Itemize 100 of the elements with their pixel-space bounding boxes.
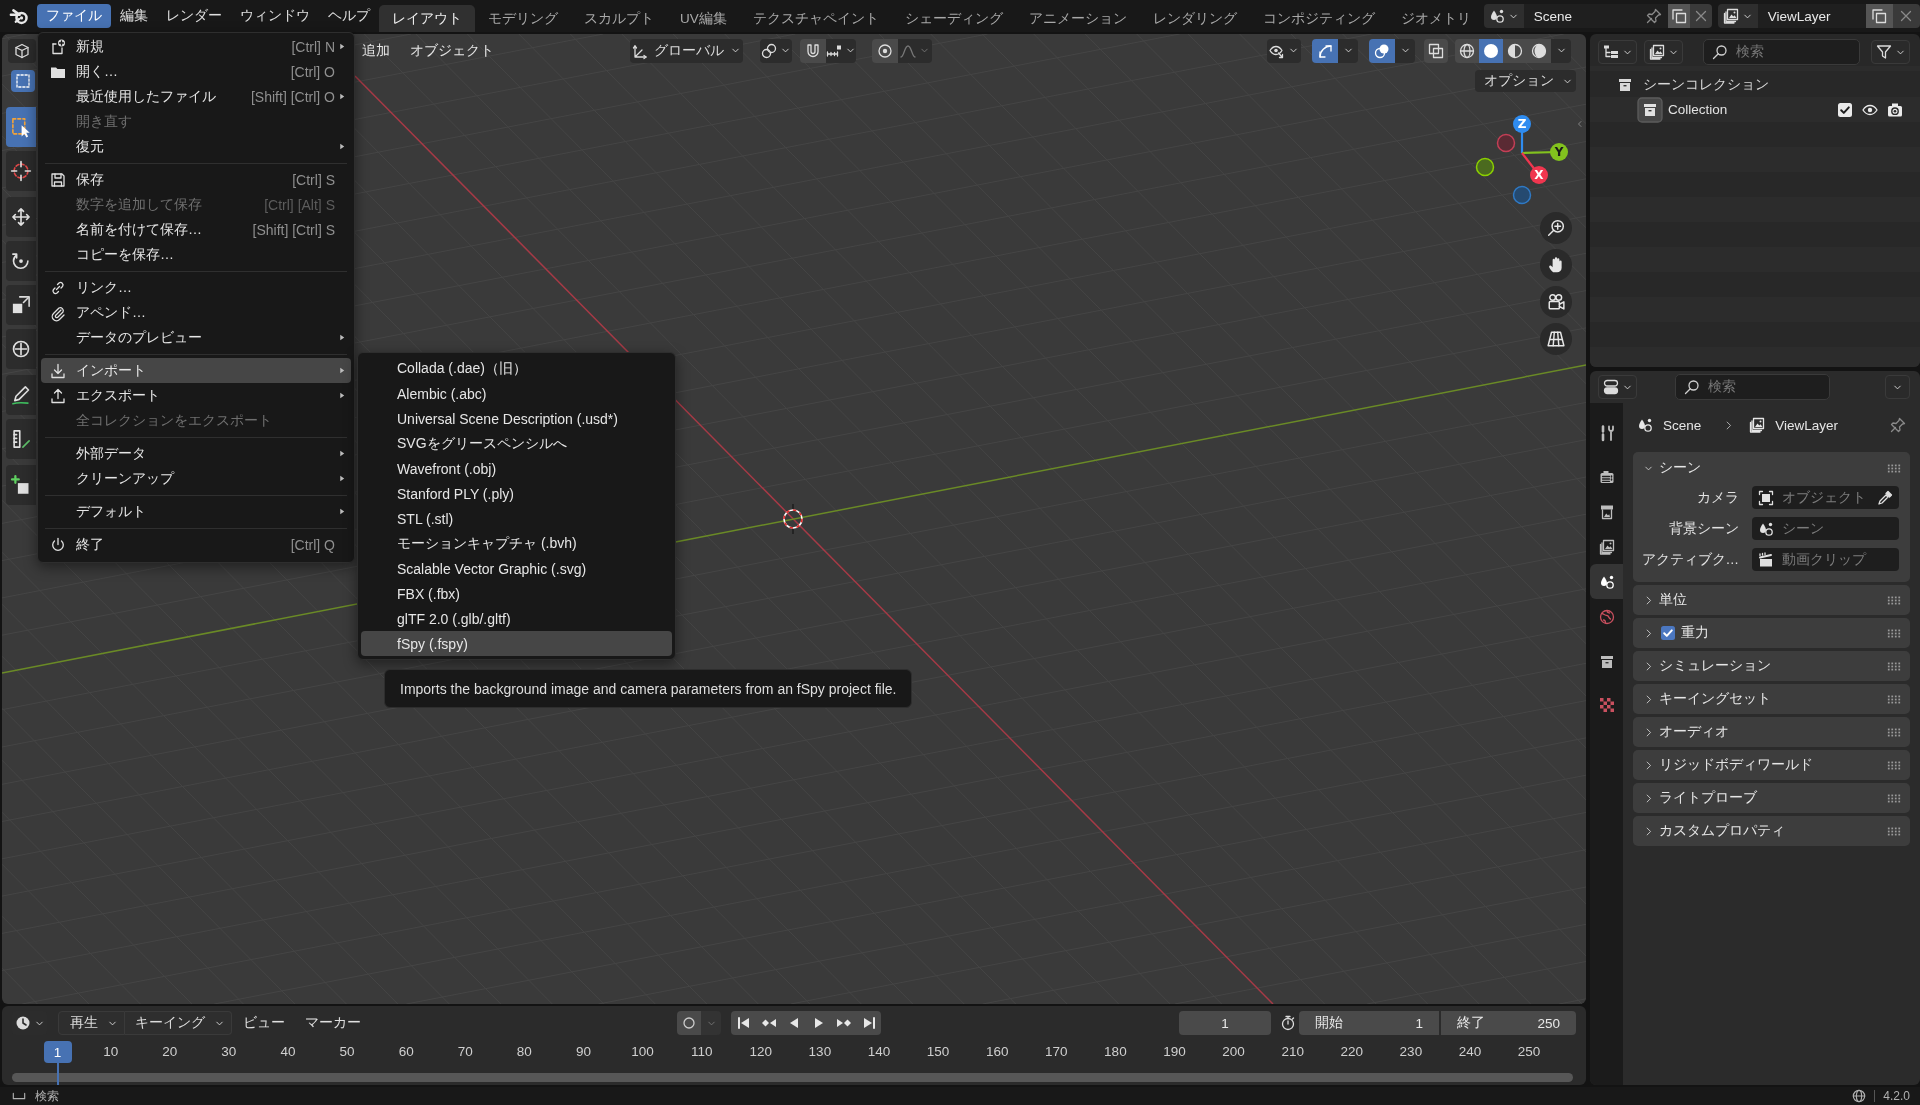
tool-button[interactable] bbox=[6, 107, 36, 147]
snap-toggle[interactable] bbox=[800, 38, 826, 63]
search-field[interactable]: 検索 bbox=[1703, 39, 1860, 65]
drag-handle-icon[interactable] bbox=[1887, 826, 1901, 836]
end-frame-field[interactable]: 終了 250 bbox=[1441, 1011, 1576, 1035]
workspace-tab[interactable]: レンダリング bbox=[1139, 5, 1250, 32]
menu-item[interactable]: Universal Scene Description (.usd*) bbox=[361, 406, 672, 431]
zoom-button[interactable] bbox=[1540, 212, 1572, 244]
workspace-tab[interactable]: モデリング bbox=[475, 5, 571, 32]
menu-item[interactable]: 終了 [Ctrl] Q bbox=[41, 532, 351, 557]
menu-button[interactable]: 追加 bbox=[356, 38, 400, 63]
playhead-frame-label[interactable]: 1 bbox=[43, 1041, 72, 1063]
workspace-tab[interactable]: シェーディング bbox=[891, 5, 1016, 32]
properties-tab[interactable] bbox=[1590, 564, 1623, 599]
tool-button[interactable] bbox=[6, 329, 36, 369]
menu-item[interactable]: Wavefront (.obj) bbox=[361, 456, 672, 481]
view-layer-browse-dropdown[interactable] bbox=[1717, 4, 1758, 28]
menu-item[interactable]: SVGをグリースペンシルへ bbox=[361, 431, 672, 456]
jump-to-start-button[interactable] bbox=[731, 1011, 756, 1035]
eyedropper-icon[interactable] bbox=[1877, 489, 1893, 506]
menu-item[interactable]: Stanford PLY (.ply) bbox=[361, 481, 672, 506]
view-layer-name-field[interactable]: ViewLayer bbox=[1757, 4, 1866, 28]
menu-button[interactable]: ヘルプ bbox=[319, 4, 379, 28]
pin-icon[interactable] bbox=[1645, 8, 1662, 24]
panel-title[interactable]: オーディオ bbox=[1659, 723, 1729, 741]
tool-button[interactable] bbox=[6, 465, 36, 505]
display-mode-dropdown[interactable] bbox=[1598, 40, 1637, 64]
menu-item[interactable]: データのプレビュー bbox=[41, 325, 351, 350]
current-frame-field[interactable]: 1 bbox=[1179, 1011, 1271, 1035]
workspace-tab[interactable]: UV編集 bbox=[667, 5, 740, 32]
scene-browse-dropdown[interactable] bbox=[1483, 4, 1524, 28]
tool-button[interactable] bbox=[6, 285, 36, 325]
panel-title[interactable]: ライトプローブ bbox=[1659, 789, 1757, 807]
menu-item[interactable]: 最近使用したファイル [Shift] [Ctrl] O bbox=[41, 84, 351, 109]
options-dropdown[interactable]: オプション bbox=[1475, 70, 1576, 92]
new-scene-button[interactable] bbox=[1667, 4, 1690, 28]
workspace-tab[interactable]: テクスチャペイント bbox=[739, 5, 892, 32]
drag-handle-icon[interactable] bbox=[1887, 727, 1901, 737]
gizmo-y-axis[interactable]: Y bbox=[1521, 143, 1568, 161]
start-frame-field[interactable]: 開始 1 bbox=[1299, 1011, 1439, 1035]
drag-handle-icon[interactable] bbox=[1887, 661, 1901, 671]
panel-title[interactable]: キーイングセット bbox=[1659, 690, 1771, 708]
workspace-tab[interactable]: スカルプト bbox=[571, 5, 667, 32]
panel-title[interactable]: リジッドボディワールド bbox=[1659, 756, 1813, 774]
workspace-tab[interactable]: レイアウト bbox=[379, 5, 475, 32]
auto-keying-toggle[interactable] bbox=[677, 1011, 701, 1035]
menu-item[interactable]: 外部データ bbox=[41, 441, 351, 466]
snap-target-dropdown[interactable] bbox=[826, 38, 856, 63]
pin-icon[interactable] bbox=[1890, 417, 1906, 433]
menu-item[interactable]: Alembic (.abc) bbox=[361, 381, 672, 406]
outliner-item[interactable]: Collection bbox=[1668, 102, 1728, 117]
menu-button[interactable]: 編集 bbox=[111, 4, 157, 28]
drag-handle-icon[interactable] bbox=[1887, 694, 1901, 704]
menu-item[interactable]: Scalable Vector Graphic (.svg) bbox=[361, 556, 672, 581]
panel-title[interactable]: シーン bbox=[1659, 459, 1701, 477]
scene-name-field[interactable]: Scene bbox=[1523, 4, 1668, 28]
dropdown-menu[interactable]: キーイング bbox=[125, 1011, 232, 1035]
shading-mode-button[interactable] bbox=[1527, 38, 1551, 63]
view-layer-dropdown[interactable] bbox=[1644, 40, 1683, 64]
menu-item[interactable]: エクスポート bbox=[41, 383, 351, 408]
workspace-tab[interactable]: ジオメトリ bbox=[1387, 5, 1484, 32]
perspective-toggle-button[interactable] bbox=[1540, 323, 1572, 355]
drag-handle-icon[interactable] bbox=[1887, 463, 1901, 473]
tool-button[interactable] bbox=[6, 375, 36, 415]
orientation-dropdown[interactable]: グローバル bbox=[630, 38, 743, 63]
gizmo-negative-z-axis[interactable] bbox=[1512, 185, 1532, 205]
pivot-dropdown[interactable] bbox=[760, 38, 792, 63]
proportional-edit-toggle[interactable] bbox=[872, 38, 898, 63]
delete-scene-button[interactable] bbox=[1689, 4, 1712, 28]
gizmos-toggle[interactable] bbox=[1312, 38, 1338, 63]
scrollbar-thumb[interactable] bbox=[12, 1073, 1573, 1082]
pan-button[interactable] bbox=[1540, 249, 1572, 281]
menu-item[interactable]: コピーを保存… bbox=[41, 242, 351, 267]
data-block-field[interactable]: 動画クリップ bbox=[1752, 548, 1899, 571]
overlays-toggle[interactable] bbox=[1369, 38, 1395, 63]
gizmo-x-axis[interactable]: X bbox=[1521, 152, 1548, 184]
menu-item[interactable]: STL (.stl) bbox=[361, 506, 672, 531]
outliner-item[interactable]: シーンコレクション bbox=[1643, 75, 1769, 94]
menu-item[interactable]: Collada (.dae)（旧） bbox=[361, 356, 672, 381]
menu-item[interactable]: アペンド… bbox=[41, 300, 351, 325]
logo-icon[interactable] bbox=[9, 6, 29, 26]
tool-button[interactable] bbox=[6, 419, 36, 459]
tool-button[interactable] bbox=[6, 151, 36, 191]
menu-button[interactable]: ビュー bbox=[234, 1011, 294, 1035]
visibility-dropdown[interactable] bbox=[1267, 38, 1301, 63]
drag-handle-icon[interactable] bbox=[1887, 595, 1901, 605]
stopwatch-icon[interactable] bbox=[1280, 1015, 1296, 1031]
shading-mode-button[interactable] bbox=[1479, 38, 1503, 63]
menu-item[interactable]: 保存 [Ctrl] S bbox=[41, 167, 351, 192]
jump-to-end-button[interactable] bbox=[856, 1011, 881, 1035]
menu-item[interactable]: glTF 2.0 (.glb/.gltf) bbox=[361, 606, 672, 631]
workspace-tab[interactable]: コンポジティング bbox=[1249, 5, 1388, 32]
data-block-field[interactable]: シーン bbox=[1752, 517, 1899, 540]
shading-mode-button[interactable] bbox=[1503, 38, 1527, 63]
shading-mode-button[interactable] bbox=[1455, 38, 1479, 63]
panel-title[interactable]: カスタムプロパティ bbox=[1659, 822, 1785, 840]
search-field[interactable]: 検索 bbox=[1675, 374, 1830, 400]
panel-title[interactable]: 単位 bbox=[1659, 591, 1687, 609]
delete-view-layer-button[interactable] bbox=[1892, 4, 1920, 28]
camera-view-button[interactable] bbox=[1540, 286, 1572, 318]
